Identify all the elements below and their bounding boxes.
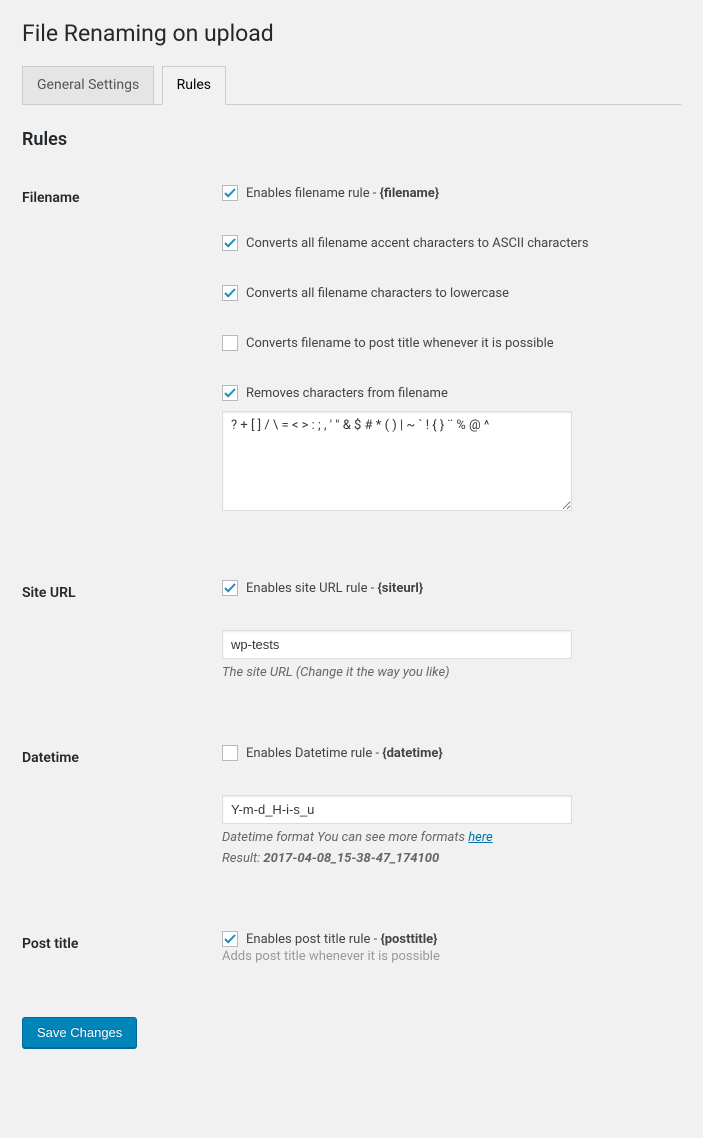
checkbox-checked-icon[interactable] — [222, 185, 238, 201]
filename-remove-label: Removes characters from filename — [246, 386, 448, 401]
posttitle-header: Post title — [22, 881, 222, 979]
checkbox-checked-icon[interactable] — [222, 580, 238, 596]
checkbox-checked-icon[interactable] — [222, 235, 238, 251]
section-title: Rules — [22, 129, 681, 150]
filename-enable-option[interactable]: Enables filename rule - {filename} — [222, 185, 671, 201]
save-changes-button[interactable]: Save Changes — [22, 1017, 137, 1048]
filename-posttitle-label: Converts filename to post title whenever… — [246, 336, 554, 351]
filename-accent-label: Converts all filename accent characters … — [246, 236, 589, 251]
checkbox-unchecked-icon[interactable] — [222, 745, 238, 761]
filename-posttitle-option[interactable]: Converts filename to post title whenever… — [222, 335, 671, 351]
filename-remove-option[interactable]: Removes characters from filename — [222, 385, 671, 401]
posttitle-enable-option[interactable]: Enables post title rule - {posttitle} — [222, 931, 671, 947]
datetime-header: Datetime — [22, 695, 222, 881]
posttitle-enable-label: Enables post title rule - {posttitle} — [246, 932, 437, 947]
checkbox-checked-icon[interactable] — [222, 285, 238, 301]
checkbox-checked-icon[interactable] — [222, 931, 238, 947]
filename-enable-label: Enables filename rule - {filename} — [246, 186, 439, 201]
siteurl-header: Site URL — [22, 530, 222, 695]
filename-accent-option[interactable]: Converts all filename accent characters … — [222, 235, 671, 251]
datetime-result: Result: 2017-04-08_15-38-47_174100 — [222, 851, 671, 866]
siteurl-description: The site URL (Change it the way you like… — [222, 665, 671, 680]
filename-header: Filename — [22, 170, 222, 530]
siteurl-input[interactable] — [222, 630, 572, 659]
filename-lowercase-label: Converts all filename characters to lowe… — [246, 286, 509, 301]
datetime-input[interactable] — [222, 795, 572, 824]
siteurl-enable-label: Enables site URL rule - {siteurl} — [246, 581, 423, 596]
datetime-enable-label: Enables Datetime rule - {datetime} — [246, 746, 443, 761]
filename-chars-textarea[interactable]: ? + [ ] / \ = < > : ; , ' " & $ # * ( ) … — [222, 411, 572, 511]
filename-lowercase-option[interactable]: Converts all filename characters to lowe… — [222, 285, 671, 301]
datetime-description: Datetime format You can see more formats… — [222, 830, 671, 845]
checkbox-unchecked-icon[interactable] — [222, 335, 238, 351]
siteurl-enable-option[interactable]: Enables site URL rule - {siteurl} — [222, 580, 671, 596]
tab-general-settings[interactable]: General Settings — [22, 66, 154, 104]
checkbox-checked-icon[interactable] — [222, 385, 238, 401]
tab-bar: General Settings Rules — [22, 65, 681, 105]
datetime-enable-option[interactable]: Enables Datetime rule - {datetime} — [222, 745, 671, 761]
page-title: File Renaming on upload — [22, 20, 681, 47]
tab-rules[interactable]: Rules — [162, 66, 226, 105]
datetime-formats-link[interactable]: here — [468, 830, 492, 845]
rules-form: Filename Enables filename rule - {filena… — [22, 170, 681, 979]
posttitle-note: Adds post title whenever it is possible — [222, 949, 671, 964]
